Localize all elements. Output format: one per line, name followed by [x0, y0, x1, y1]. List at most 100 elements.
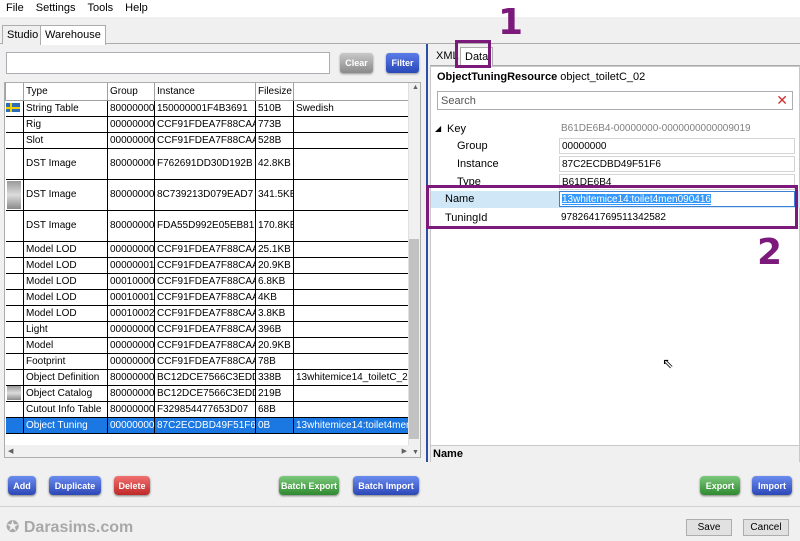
- cell-extra: [293, 178, 411, 211]
- col-filesize[interactable]: Filesize: [255, 83, 294, 101]
- tab-warehouse[interactable]: Warehouse: [40, 25, 106, 45]
- cell-extra: [293, 147, 411, 180]
- table-row[interactable]: String Table 80000000 150000001F4B3691 510B…: [5, 99, 411, 117]
- duplicate-button[interactable]: Duplicate: [49, 476, 101, 495]
- cell-extra: 13whitemice14:toilet4men: [293, 416, 411, 434]
- table-row[interactable]: Model LOD 00000000 CCF91FDEA7F88CAA 25.1KB: [5, 240, 411, 258]
- table-row[interactable]: DST Image 80000000 FDA55D992E05EB81 170.8KB: [5, 209, 411, 242]
- property-value: B61DE6B4-00000000-0000000000009019: [561, 123, 751, 134]
- table-horizontal-scrollbar[interactable]: ◀ ▶: [5, 445, 410, 457]
- table-row[interactable]: Model LOD 00000001 CCF91FDEA7F88CAA 20.9KB: [5, 256, 411, 274]
- property-value[interactable]: 87C2ECDBD49F51F6: [559, 156, 795, 172]
- cell-type: Object Definition: [23, 368, 108, 386]
- image-thumbnail-icon: [7, 180, 22, 209]
- cell-group: 00010001: [107, 288, 155, 306]
- cancel-button[interactable]: Cancel: [743, 519, 789, 536]
- table-row[interactable]: Object Definition 80000000 BC12DCE7566C3ED…: [5, 368, 411, 386]
- scroll-right-icon[interactable]: ▶: [402, 447, 407, 455]
- cell-type: Model LOD: [23, 304, 108, 322]
- table-row[interactable]: Model 00000000 CCF91FDEA7F88CAA 20.9KB: [5, 336, 411, 354]
- cell-extra: [293, 352, 411, 370]
- property-search-input[interactable]: [438, 92, 758, 109]
- cell-type: Slot: [23, 131, 108, 149]
- cell-type: Light: [23, 320, 108, 338]
- scroll-down-icon[interactable]: ▼: [412, 449, 419, 456]
- col-instance[interactable]: Instance: [154, 83, 256, 101]
- property-row-group[interactable]: Group 00000000: [431, 138, 800, 155]
- table-row[interactable]: Footprint 00000000 CCF91FDEA7F88CAA 78B: [5, 352, 411, 370]
- import-button[interactable]: Import: [752, 476, 792, 495]
- property-row-instance[interactable]: Instance 87C2ECDBD49F51F6: [431, 156, 800, 173]
- col-tag[interactable]: [293, 83, 411, 101]
- cell-extra: [293, 240, 411, 258]
- table-row[interactable]: Cutout Info Table 80000000 F329854477653D0…: [5, 400, 411, 418]
- table-row[interactable]: Rig 00000000 CCF91FDEA7F88CAA 773B: [5, 115, 411, 133]
- clear-search-icon[interactable]: ✕: [776, 93, 788, 108]
- cell-instance: BC12DCE7566C3EDD: [154, 384, 256, 402]
- pane-splitter[interactable]: [426, 44, 428, 462]
- cell-group: 80000000: [107, 147, 155, 180]
- cell-instance: CCF91FDEA7F88CAA: [154, 288, 256, 306]
- cell-type: Model LOD: [23, 240, 108, 258]
- table-row[interactable]: Light 00000000 CCF91FDEA7F88CAA 396B: [5, 320, 411, 338]
- cell-group: 00000000: [107, 336, 155, 354]
- scroll-thumb[interactable]: [409, 239, 419, 439]
- cell-group: 00000000: [107, 240, 155, 258]
- menu-file[interactable]: File: [0, 0, 30, 17]
- filter-button[interactable]: Filter: [386, 53, 419, 73]
- collapse-triangle-icon[interactable]: ◢: [435, 124, 441, 133]
- table-row[interactable]: Object Tuning 00000000 87C2ECDBD49F51F6 0B 1…: [5, 416, 411, 434]
- property-name: Instance: [457, 158, 499, 170]
- cell-size: 78B: [255, 352, 294, 370]
- cell-size: 25.1KB: [255, 240, 294, 258]
- table-row[interactable]: Model LOD 00010001 CCF91FDEA7F88CAA 4KB: [5, 288, 411, 306]
- add-button[interactable]: Add: [8, 476, 36, 495]
- clear-button[interactable]: Clear: [340, 53, 373, 73]
- batch-import-button[interactable]: Batch Import: [353, 476, 419, 495]
- swedish-flag-icon: [5, 103, 20, 113]
- menu-tools[interactable]: Tools: [81, 0, 119, 17]
- menu-help[interactable]: Help: [119, 0, 154, 17]
- table-vertical-scrollbar[interactable]: ▲ ▼: [408, 83, 420, 457]
- export-button[interactable]: Export: [700, 476, 740, 495]
- cell-group: 00000000: [107, 131, 155, 149]
- cell-extra: [293, 256, 411, 274]
- cell-size: 3.8KB: [255, 304, 294, 322]
- dialog-footer: ✪ Darasims.com Save Cancel: [0, 506, 800, 541]
- scroll-up-icon[interactable]: ▲: [412, 84, 419, 91]
- resource-filter-input[interactable]: [6, 52, 330, 74]
- cell-group: 00000000: [107, 115, 155, 133]
- batch-export-button[interactable]: Batch Export: [279, 476, 339, 495]
- cell-extra: [293, 288, 411, 306]
- resource-list-pane: Clear Filter Type Group Instance Filesiz…: [0, 44, 425, 462]
- col-type[interactable]: Type: [23, 83, 108, 101]
- cell-extra: [293, 131, 411, 149]
- cell-instance: F762691DD30D192B: [154, 147, 256, 180]
- table-row[interactable]: DST Image 80000000 8C739213D079EAD7 341.5KB: [5, 178, 411, 211]
- cell-extra: [293, 336, 411, 354]
- delete-button[interactable]: Delete: [114, 476, 150, 495]
- col-group[interactable]: Group: [107, 83, 155, 101]
- cell-size: 773B: [255, 115, 294, 133]
- table-row[interactable]: Object Catalog 80000000 BC12DCE7566C3EDD 21…: [5, 384, 411, 402]
- table-row[interactable]: Slot 00000000 CCF91FDEA7F88CAA 528B: [5, 131, 411, 149]
- cell-instance: CCF91FDEA7F88CAA: [154, 352, 256, 370]
- cell-type: Model LOD: [23, 256, 108, 274]
- tab-studio[interactable]: Studio: [2, 25, 44, 44]
- table-row[interactable]: Model LOD 00010000 CCF91FDEA7F88CAA 6.8KB: [5, 272, 411, 290]
- menu-settings[interactable]: Settings: [30, 0, 82, 17]
- property-row-key[interactable]: ◢ Key B61DE6B4-00000000-0000000000009019: [431, 121, 800, 138]
- cell-instance: CCF91FDEA7F88CAA: [154, 304, 256, 322]
- cell-instance: CCF91FDEA7F88CAA: [154, 131, 256, 149]
- save-button[interactable]: Save: [686, 519, 732, 536]
- resource-detail-pane: XML Data ObjectTuningResource object_toi…: [430, 44, 800, 462]
- cell-extra: [293, 384, 411, 402]
- cell-size: 338B: [255, 368, 294, 386]
- cell-extra: [293, 400, 411, 418]
- table-row[interactable]: Model LOD 00010002 CCF91FDEA7F88CAA 3.8KB: [5, 304, 411, 322]
- cell-group: 00010002: [107, 304, 155, 322]
- table-row[interactable]: DST Image 80000000 F762691DD30D192B 42.8KB: [5, 147, 411, 180]
- scroll-left-icon[interactable]: ◀: [8, 447, 13, 455]
- property-value[interactable]: 00000000: [559, 138, 795, 154]
- cell-size: 341.5KB: [255, 178, 294, 211]
